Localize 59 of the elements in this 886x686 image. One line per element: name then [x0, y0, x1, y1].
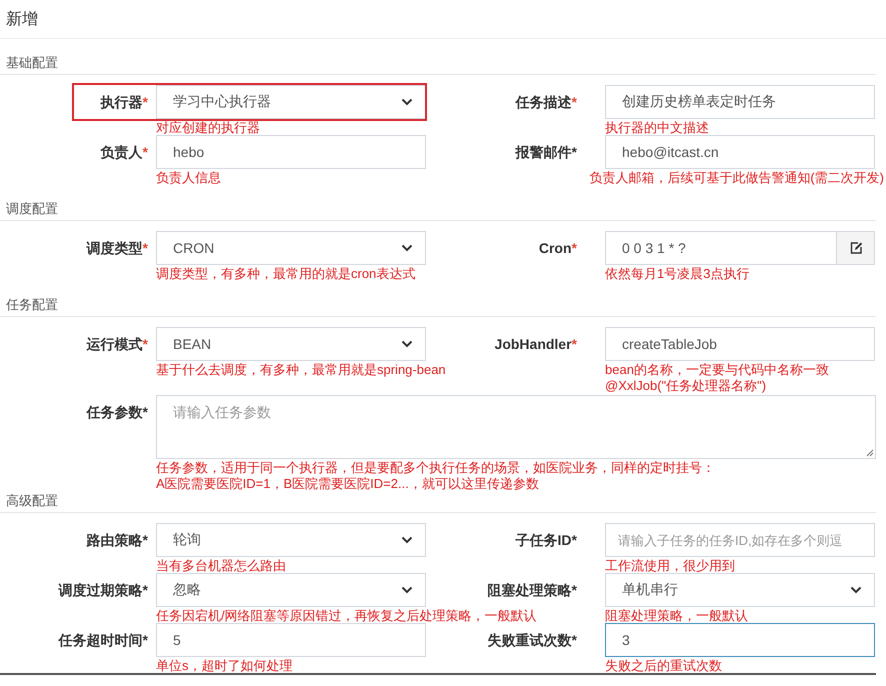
input-field[interactable]: 0 0 3 1 * ? — [605, 231, 837, 265]
chevron-down-icon — [401, 536, 413, 544]
annotation-note: 对应创建的执行器 — [156, 120, 260, 136]
annotation-note: 负责人信息 — [156, 170, 221, 186]
annotation-note: 当有多台机器怎么路由 — [156, 558, 286, 574]
field-label: 路由策略* — [86, 531, 148, 550]
input-field[interactable]: hebo@itcast.cn — [605, 135, 875, 169]
annotation-note: 调度类型，有多种，最常用的就是cron表达式 — [156, 266, 416, 282]
annotation-note: bean的名称，一定要与代码中名称一致 @XxlJob("任务处理器名称") — [605, 362, 829, 394]
field-label: JobHandler* — [494, 335, 577, 354]
chevron-down-icon — [401, 244, 413, 252]
section-title: 基础配置 — [6, 54, 58, 72]
input-field[interactable]: 5 — [156, 623, 426, 657]
field-label: 报警邮件* — [514, 143, 577, 162]
text-area[interactable]: 请输入任务参数 — [156, 395, 876, 459]
input-field[interactable]: createTableJob — [605, 327, 875, 361]
annotation-note: 阻塞处理策略，一般默认 — [605, 608, 748, 624]
annotation-note: 基于什么去调度，有多种，最常用就是spring-bean — [156, 362, 446, 378]
section-title: 高级配置 — [6, 492, 58, 510]
annotation-note: 单位s，超时了如何处理 — [156, 658, 292, 674]
select-field[interactable]: BEAN — [156, 327, 426, 361]
input-field[interactable]: 创建历史榜单表定时任务 — [605, 85, 875, 119]
annotation-note: 任务因宕机/网络阻塞等原因错过，再恢复之后处理策略，一般默认 — [156, 608, 537, 624]
field-label: 阻塞处理策略* — [486, 581, 577, 600]
annotation-note: 负责人邮箱，后续可基于此做告警通知(需二次开发) — [589, 170, 884, 186]
annotation-note: 失败之后的重试次数 — [605, 658, 722, 674]
chevron-down-icon — [850, 586, 862, 594]
field-label: 任务参数* — [85, 403, 148, 422]
input-field[interactable]: hebo — [156, 135, 426, 169]
edit-icon — [848, 241, 862, 255]
annotation-note: 执行器的中文描述 — [605, 120, 709, 136]
section-title: 调度配置 — [6, 200, 58, 218]
chevron-down-icon — [401, 340, 413, 348]
annotation-note: 依然每月1号凌晨3点执行 — [605, 266, 750, 282]
field-label: 任务超时时间* — [57, 631, 148, 650]
field-label: 调度类型* — [85, 239, 148, 258]
input-field[interactable]: 3 — [605, 623, 875, 657]
field-label: 失败重试次数* — [486, 631, 577, 650]
field-label: 调度过期策略* — [57, 581, 148, 600]
select-field[interactable]: 学习中心执行器 — [156, 85, 426, 119]
annotation-note: 任务参数，适用于同一个执行器，但是要配多个执行任务的场景，如医院业务，同样的定时挂号： A医院需要医院ID=1，B医院需要医院ID=2...，就可以这里传递参数 — [156, 460, 715, 492]
section-title: 任务配置 — [6, 296, 58, 314]
field-label: 子任务ID* — [514, 531, 577, 550]
select-field[interactable]: 轮询 — [156, 523, 426, 557]
resize-handle-icon — [866, 449, 874, 457]
field-label: 负责人* — [99, 143, 148, 162]
select-field[interactable]: 单机串行 — [605, 573, 875, 607]
chevron-down-icon — [401, 98, 413, 106]
dialog-title: 新增 — [6, 10, 38, 30]
annotation-note: 工作流使用，很少用到 — [605, 558, 735, 574]
field-label: 任务描述* — [514, 93, 577, 112]
input-field[interactable]: 请输入子任务的任务ID,如存在多个则逗 — [605, 523, 875, 557]
field-label: 执行器* — [99, 93, 148, 112]
field-label: 运行模式* — [86, 335, 148, 354]
edit-button[interactable] — [837, 231, 875, 265]
select-field[interactable]: CRON — [156, 231, 426, 265]
field-label: Cron* — [538, 239, 577, 258]
select-field[interactable]: 忽略 — [156, 573, 426, 607]
chevron-down-icon — [401, 586, 413, 594]
